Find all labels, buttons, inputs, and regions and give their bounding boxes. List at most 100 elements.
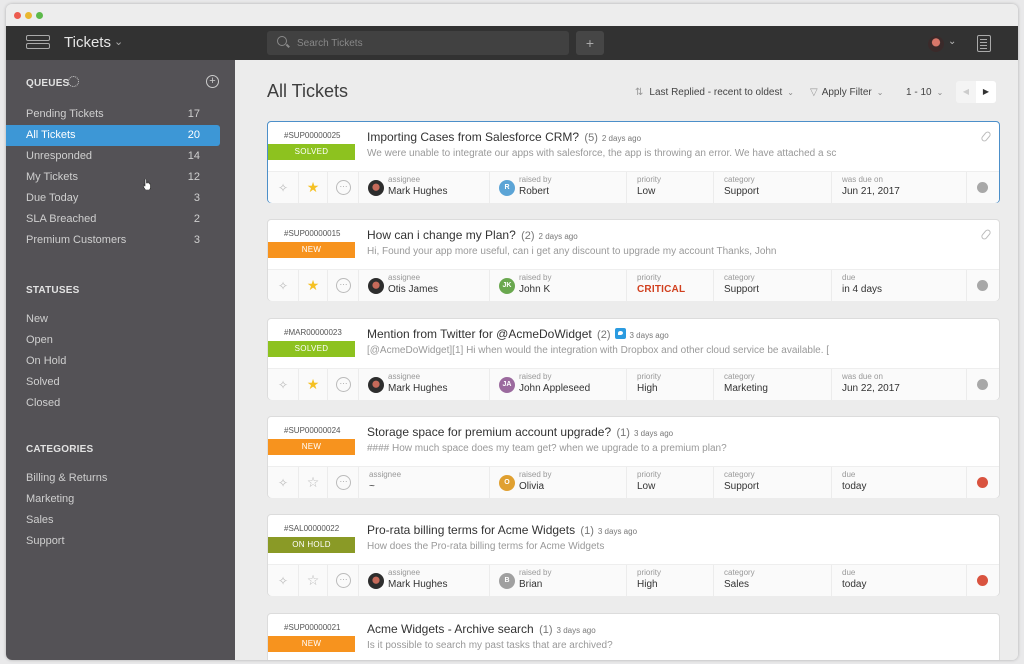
ticket-title[interactable]: Pro-rata billing terms for Acme Widgets …	[367, 523, 637, 537]
ticket-card[interactable]: #SAL00000022 ON HOLD Pro-rata billing te…	[267, 514, 1000, 597]
close-window-button[interactable]	[14, 12, 21, 19]
pin-icon[interactable]: ✧	[268, 369, 299, 401]
pin-icon[interactable]: ✧	[268, 172, 299, 204]
sidebar-category-support[interactable]: Support	[6, 531, 220, 552]
ticket-card[interactable]: #MAR00000023 SOLVED Mention from Twitter…	[267, 318, 1000, 401]
ticket-age: 2 days ago	[538, 232, 578, 241]
ticket-title[interactable]: Storage space for premium account upgrad…	[367, 425, 673, 439]
due-field[interactable]: due today	[832, 467, 967, 499]
sidebar-item-label: Marketing	[26, 493, 75, 505]
assignee-field[interactable]: assignee Otis James	[359, 270, 490, 302]
ticket-card[interactable]: #SUP00000024 NEW Storage space for premi…	[267, 416, 1000, 499]
sla-status-dot	[977, 280, 988, 291]
star-icon[interactable]: ☆	[299, 467, 328, 499]
due-field[interactable]: due in 4 days	[832, 270, 967, 302]
sla-indicator	[967, 369, 999, 401]
ticket-card[interactable]: #SUP00000021 NEW Acme Widgets - Archive …	[267, 613, 1000, 660]
more-options-icon[interactable]: ···	[328, 172, 359, 204]
ticket-title[interactable]: Mention from Twitter for @AcmeDoWidget (…	[367, 327, 669, 341]
page-range: 1 - 10	[906, 87, 932, 98]
sidebar-category-marketing[interactable]: Marketing	[6, 489, 220, 510]
due-field[interactable]: due today	[832, 565, 967, 597]
ticket-title[interactable]: How can i change my Plan? (2) 2 days ago	[367, 228, 578, 242]
gear-icon[interactable]	[68, 76, 79, 87]
sidebar-item-count: 20	[187, 129, 200, 141]
category-field[interactable]: category Support	[714, 270, 832, 302]
assignee-field[interactable]: assignee Mark Hughes	[359, 172, 490, 204]
zoom-window-button[interactable]	[36, 12, 43, 19]
sidebar-item-sla-breached[interactable]: SLA Breached 2	[6, 209, 220, 230]
pin-icon[interactable]: ✧	[268, 467, 299, 499]
prev-page-button[interactable]: ◀	[956, 81, 976, 103]
sidebar-status-on-hold[interactable]: On Hold	[6, 351, 220, 372]
sidebar-status-new[interactable]: New	[6, 309, 220, 330]
page-size-dropdown[interactable]: 1 - 10 ⌄	[906, 87, 943, 98]
ticket-card[interactable]: #SUP00000015 NEW How can i change my Pla…	[267, 219, 1000, 302]
assignee-avatar	[368, 180, 384, 196]
ticket-id: #SUP00000021	[284, 623, 341, 632]
assignee-field[interactable]: assignee ~	[359, 467, 490, 499]
priority-field[interactable]: priority High	[627, 565, 714, 597]
sidebar-category-billing[interactable]: Billing & Returns	[6, 468, 220, 489]
raised-by-field[interactable]: Braised by Brian	[490, 565, 627, 597]
more-options-icon[interactable]: ···	[328, 565, 359, 597]
sidebar-item-pending-tickets[interactable]: Pending Tickets 17	[6, 104, 220, 125]
assignee-field[interactable]: assignee Mark Hughes	[359, 565, 490, 597]
due-field[interactable]: was due on Jun 21, 2017	[832, 172, 967, 204]
chevron-down-icon[interactable]: ⌄	[948, 36, 956, 47]
priority-field[interactable]: priority High	[627, 369, 714, 401]
sidebar-status-solved[interactable]: Solved	[6, 372, 220, 393]
priority-field[interactable]: priority Low	[627, 467, 714, 499]
document-list-icon[interactable]	[977, 35, 991, 52]
due-value: Jun 21, 2017	[842, 186, 900, 197]
sidebar-status-open[interactable]: Open	[6, 330, 220, 351]
star-icon[interactable]: ★	[299, 369, 328, 401]
pin-icon[interactable]: ✧	[268, 565, 299, 597]
category-field[interactable]: category Support	[714, 467, 832, 499]
ticket-card[interactable]: #SUP00000025 SOLVED Importing Cases from…	[267, 121, 1000, 204]
more-options-icon[interactable]: ···	[328, 369, 359, 401]
raised-by-avatar: JK	[499, 278, 515, 294]
star-icon[interactable]: ☆	[299, 565, 328, 597]
due-field[interactable]: was due on Jun 22, 2017	[832, 369, 967, 401]
raised-by-field[interactable]: Rraised by Robert	[490, 172, 627, 204]
sidebar-item-premium-customers[interactable]: Premium Customers 3	[6, 230, 220, 251]
more-options-icon[interactable]: ···	[328, 467, 359, 499]
sidebar-item-all-tickets[interactable]: All Tickets 20	[6, 125, 220, 146]
app-title[interactable]: Tickets	[64, 34, 111, 51]
assignee-field[interactable]: assignee Mark Hughes	[359, 369, 490, 401]
add-queue-icon[interactable]: +	[206, 75, 219, 88]
sidebar-item-my-tickets[interactable]: My Tickets 12	[6, 167, 220, 188]
priority-field[interactable]: priority CRITICAL	[627, 270, 714, 302]
search-input[interactable]	[297, 31, 557, 55]
pin-icon[interactable]: ✧	[268, 270, 299, 302]
next-page-button[interactable]: ▶	[976, 81, 996, 103]
category-label: category	[724, 273, 755, 282]
raised-by-field[interactable]: JA raised by John Appleseed	[490, 369, 627, 401]
star-icon[interactable]: ★	[299, 270, 328, 302]
due-label: due	[842, 470, 856, 479]
priority-field[interactable]: priority Low	[627, 172, 714, 204]
sidebar-item-due-today[interactable]: Due Today 3	[6, 188, 220, 209]
user-avatar[interactable]	[928, 36, 944, 52]
due-value: in 4 days	[842, 284, 883, 295]
ticket-title[interactable]: Importing Cases from Salesforce CRM? (5)…	[367, 130, 641, 144]
ticket-title[interactable]: Acme Widgets - Archive search (1) 3 days …	[367, 622, 596, 636]
sidebar-category-sales[interactable]: Sales	[6, 510, 220, 531]
category-field[interactable]: category Support	[714, 172, 832, 204]
more-options-icon[interactable]: ···	[328, 270, 359, 302]
raised-by-field[interactable]: Oraised by Olivia	[490, 467, 627, 499]
sidebar-status-closed[interactable]: Closed	[6, 393, 220, 414]
star-icon[interactable]: ★	[299, 172, 328, 204]
sidebar-item-unresponded[interactable]: Unresponded 14	[6, 146, 220, 167]
category-field[interactable]: category Marketing	[714, 369, 832, 401]
add-ticket-button[interactable]: +	[576, 31, 604, 55]
sort-dropdown[interactable]: ⇅ Last Replied - recent to oldest ⌄	[635, 87, 794, 98]
minimize-window-button[interactable]	[25, 12, 32, 19]
paperclip-icon	[980, 228, 992, 241]
sla-indicator	[967, 172, 999, 204]
apply-filter-dropdown[interactable]: ▽ Apply Filter ⌄	[810, 87, 883, 98]
raised-by-field[interactable]: JK raised by John K	[490, 270, 627, 302]
chevron-down-icon[interactable]: ⌄	[114, 35, 123, 48]
category-field[interactable]: category Sales	[714, 565, 832, 597]
